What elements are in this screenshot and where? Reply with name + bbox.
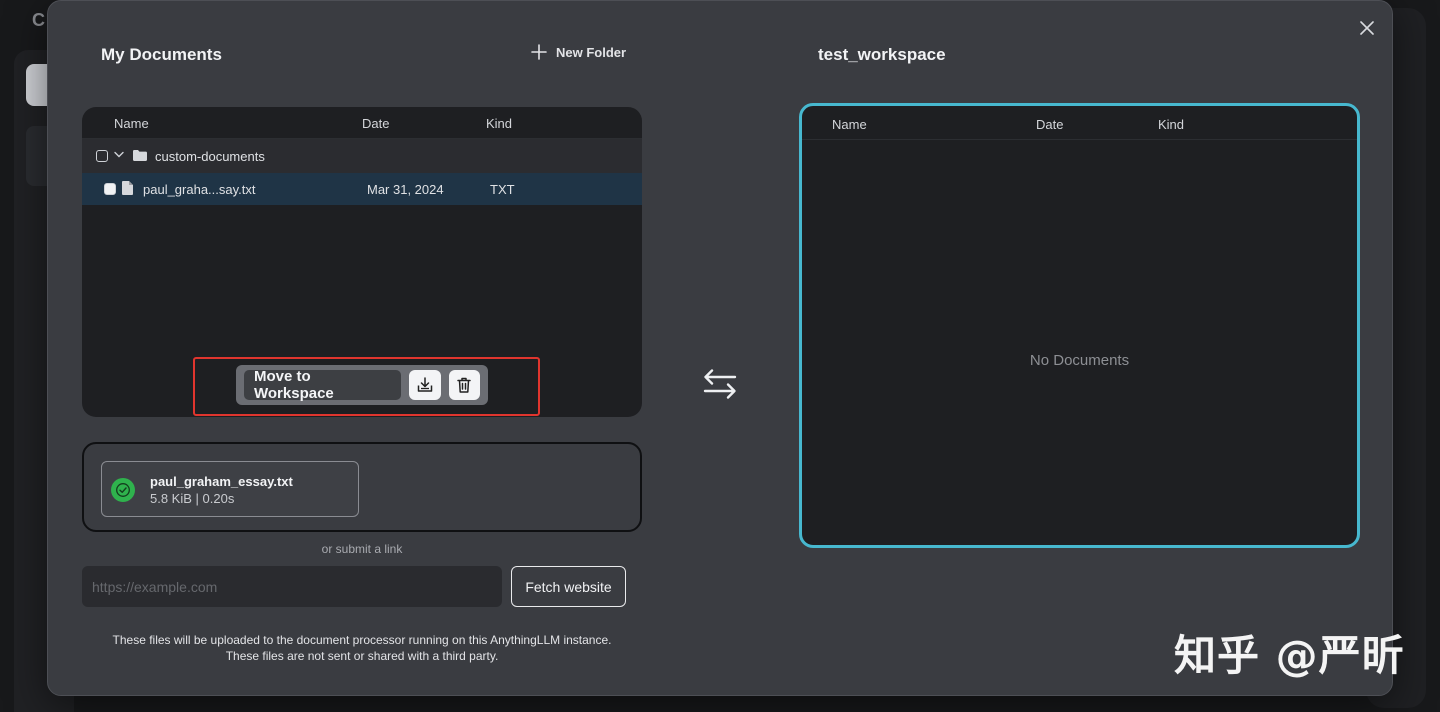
document-manager-modal: My Documents New Folder Name Date Kind c… [47, 0, 1393, 696]
delete-button[interactable] [448, 370, 480, 400]
move-to-workspace-button[interactable]: Move to Workspace [244, 368, 402, 402]
download-icon [417, 377, 433, 392]
file-icon [122, 181, 133, 195]
column-header-date: Date [362, 116, 390, 131]
column-header-kind: Kind [486, 116, 513, 131]
disclaimer-line-2: These files are not sent or shared with … [225, 649, 499, 663]
documents-file-panel: Name Date Kind custom-documents paul_gra… [82, 107, 642, 417]
table-header: Name Date Kind [82, 107, 642, 139]
close-button[interactable] [1356, 17, 1378, 39]
uploaded-file-card: paul_graham_essay.txt 5.8 KiB | 0.20s [101, 461, 359, 517]
file-date: Mar 31, 2024 [367, 182, 444, 197]
url-input[interactable] [82, 566, 502, 607]
folder-checkbox[interactable] [96, 150, 108, 162]
file-row[interactable]: paul_graha...say.txt Mar 31, 2024 TXT [82, 173, 642, 205]
selection-action-bar: Move to Workspace [236, 365, 488, 405]
download-button[interactable] [409, 370, 441, 400]
folder-name: custom-documents [155, 149, 265, 164]
workspace-column-name: Name [832, 117, 867, 132]
workspace-column-date: Date [1036, 117, 1064, 132]
upload-disclaimer: These files will be uploaded to the docu… [82, 632, 642, 664]
new-folder-button[interactable]: New Folder [530, 43, 626, 61]
workspace-documents-panel[interactable]: Name Date Kind No Documents [799, 103, 1360, 548]
chevron-down-icon[interactable] [114, 151, 124, 159]
workspace-title: test_workspace [818, 45, 946, 64]
folder-icon [133, 150, 147, 161]
folder-row[interactable]: custom-documents [82, 139, 642, 173]
uploaded-file-name: paul_graham_essay.txt [150, 474, 293, 489]
uploaded-file-meta: 5.8 KiB | 0.20s [150, 491, 235, 506]
watermark: 知乎 @严昕 [1174, 631, 1405, 680]
file-kind: TXT [490, 182, 515, 197]
trash-icon [457, 377, 472, 393]
upload-dropzone[interactable]: paul_graham_essay.txt 5.8 KiB | 0.20s [82, 442, 642, 532]
plus-icon [531, 44, 547, 60]
disclaimer-line-1: These files will be uploaded to the docu… [112, 633, 612, 647]
workspace-table-header: Name Date Kind [802, 106, 1357, 140]
or-submit-link-label: or submit a link [321, 542, 403, 556]
column-header-name: Name [114, 116, 149, 131]
empty-state-label: No Documents [1029, 352, 1130, 369]
fetch-website-button[interactable]: Fetch website [511, 566, 626, 607]
workspace-column-kind: Kind [1158, 117, 1185, 132]
new-folder-label: New Folder [556, 44, 627, 60]
file-checkbox[interactable] [104, 183, 116, 195]
file-name: paul_graha...say.txt [143, 182, 256, 197]
swap-arrows-icon[interactable] [703, 368, 737, 400]
check-circle-icon [111, 478, 135, 502]
my-documents-title: My Documents [101, 45, 222, 64]
close-icon [1360, 21, 1374, 35]
